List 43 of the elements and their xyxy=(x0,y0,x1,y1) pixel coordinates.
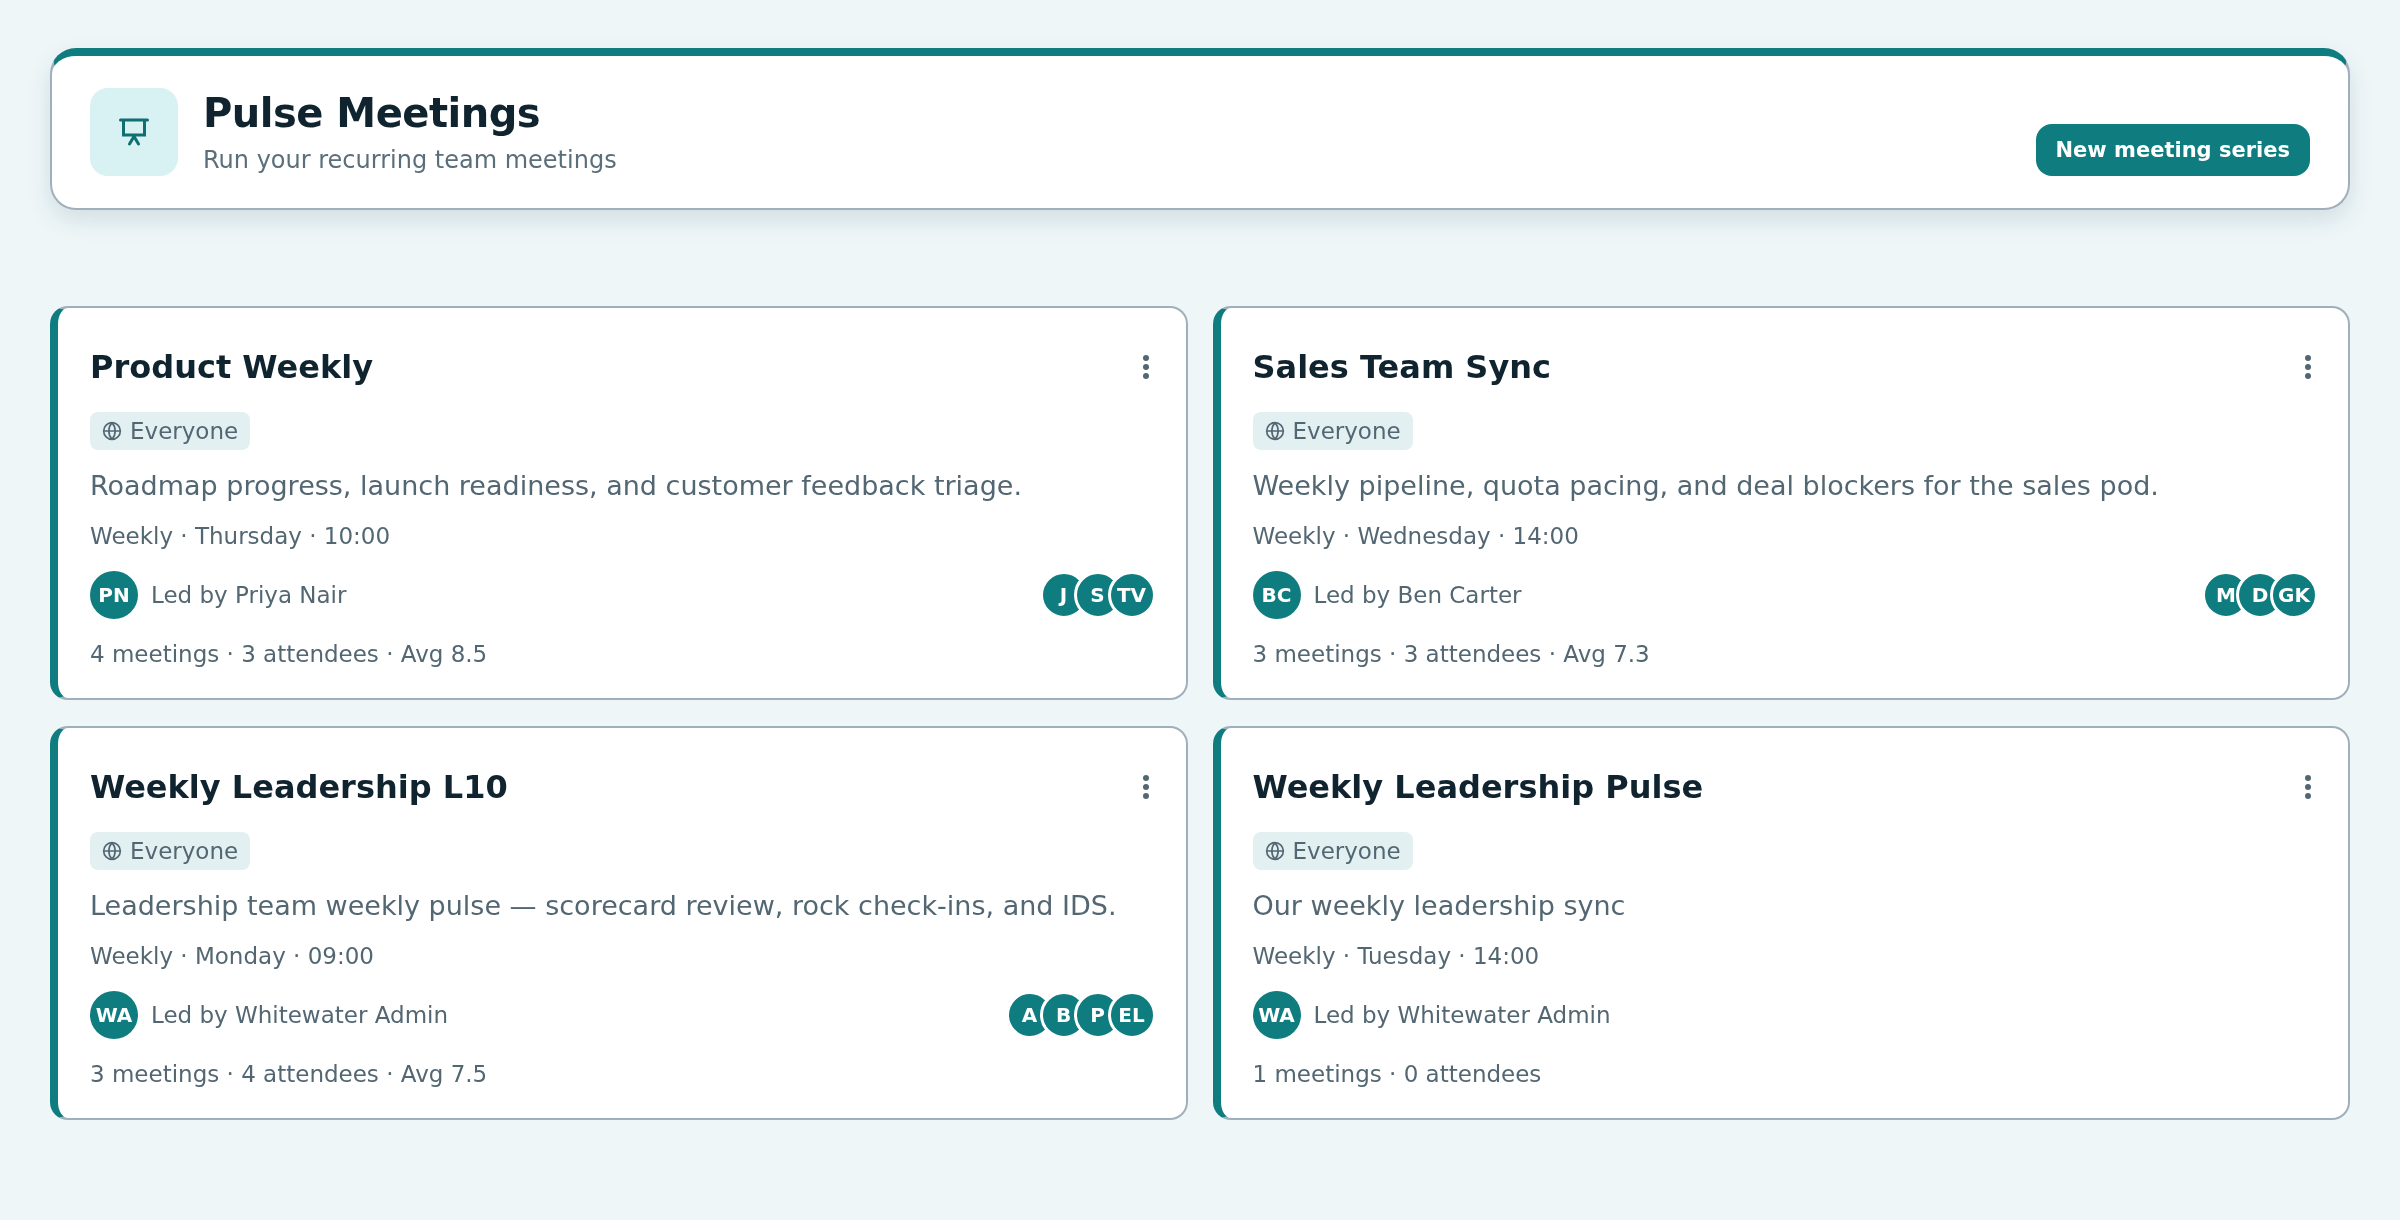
meeting-description: Roadmap progress, launch readiness, and customer feedback triage. xyxy=(90,470,1023,501)
meeting-title: Weekly Leadership L10 xyxy=(90,768,508,806)
globe-icon xyxy=(1264,841,1285,861)
audience-badge: Everyone xyxy=(1252,832,1413,870)
leader-name: Led by Priya Nair xyxy=(151,582,347,608)
meeting-schedule: Weekly · Thursday · 10:00 xyxy=(90,523,392,549)
new-meeting-series-button[interactable]: New meeting series xyxy=(2035,124,2310,176)
meeting-schedule: Weekly · Monday · 09:00 xyxy=(90,943,375,969)
leader-avatar: WA xyxy=(90,991,138,1039)
meeting-stats: 1 meetings · 0 attendees xyxy=(1252,1061,1543,1087)
leader-name: Led by Whitewater Admin xyxy=(151,1002,448,1028)
meeting-description: Weekly pipeline, quota pacing, and deal blockers for the sales pod. xyxy=(1252,470,2160,501)
meeting-card[interactable]: Weekly Leadership L10 Everyone Leadership team weekly pulse — scorecard review, rock check-ins, and IDS. Weekly · Monday · 09:00 WA Led by Whitewater Admin A B P EL 3 meetings · 4 attendees · Avg 7.5 xyxy=(50,726,1188,1120)
audience-badge: Everyone xyxy=(90,832,251,870)
audience-badge: Everyone xyxy=(90,412,251,450)
leader-avatar: BC xyxy=(1252,571,1301,619)
meeting-description: Our weekly leadership sync xyxy=(1252,890,1627,921)
meeting-stats: 3 meetings · 4 attendees · Avg 7.5 xyxy=(90,1061,489,1087)
vertical-dots-icon xyxy=(2304,354,2312,380)
leader-name: Led by Whitewater Admin xyxy=(1313,1002,1611,1028)
meeting-title: Weekly Leadership Pulse xyxy=(1252,768,1704,806)
vertical-dots-icon xyxy=(1141,354,1150,380)
page-subtitle: Run your recurring team meetings xyxy=(203,146,618,174)
globe-icon xyxy=(102,841,122,861)
page-title: Pulse Meetings xyxy=(203,90,542,136)
leader-name: Led by Ben Carter xyxy=(1313,582,1522,608)
globe-icon xyxy=(1264,421,1285,441)
meeting-schedule: Weekly · Wednesday · 14:00 xyxy=(1252,523,1580,549)
meeting-title: Product Weekly xyxy=(90,348,373,386)
leader-avatar: PN xyxy=(90,571,138,619)
meeting-description: Leadership team weekly pulse — scorecard review, rock check-ins, and IDS. xyxy=(90,890,1118,921)
meeting-stats: 4 meetings · 3 attendees · Avg 8.5 xyxy=(90,641,489,667)
attendee-avatar: EL xyxy=(1107,991,1156,1039)
presentation-board-icon xyxy=(90,88,178,176)
vertical-dots-icon xyxy=(1141,774,1150,800)
meeting-stats: 3 meetings · 3 attendees · Avg 7.3 xyxy=(1252,641,1651,667)
vertical-dots-icon xyxy=(2304,774,2312,800)
audience-badge: Everyone xyxy=(1252,412,1413,450)
globe-icon xyxy=(102,421,122,441)
meeting-schedule: Weekly · Tuesday · 14:00 xyxy=(1252,943,1541,969)
meeting-title: Sales Team Sync xyxy=(1252,348,1551,386)
leader-avatar: WA xyxy=(1252,991,1301,1039)
meeting-card[interactable]: Weekly Leadership Pulse Everyone Our weekly leadership sync Weekly · Tuesday · 14:00 WA Led by Whitewater Admin 1 meetings · 0 attendees xyxy=(1212,726,2350,1120)
